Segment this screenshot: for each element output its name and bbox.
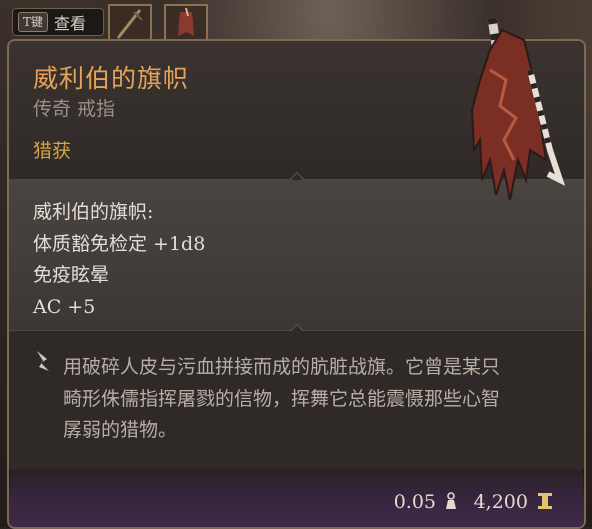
hotkey-badge: T键 xyxy=(18,12,49,32)
quill-icon xyxy=(37,351,49,371)
inspect-hotkey[interactable]: T键 查看 xyxy=(12,8,104,36)
spear-icon xyxy=(110,6,150,40)
item-price: 4,200 xyxy=(473,491,528,513)
inspect-label: 查看 xyxy=(54,14,87,33)
weight-icon xyxy=(446,492,456,509)
hotbar: T键 查看 xyxy=(0,0,240,44)
hotbar-slot[interactable] xyxy=(164,4,208,42)
stat-line: AC +5 xyxy=(33,295,96,318)
tattered-banner-icon xyxy=(470,17,566,201)
banner-item-icon xyxy=(166,6,206,40)
hotbar-slot[interactable] xyxy=(108,4,152,42)
stat-line: 体质豁免检定 +1d8 xyxy=(33,232,206,255)
item-rarity-type: 传奇 戒指 xyxy=(33,98,116,120)
item-stats: 威利伯的旗帜: 体质豁免检定 +1d8 免疫眩晕 AC +5 xyxy=(33,197,205,323)
item-name: 威利伯的旗帜 xyxy=(33,64,190,93)
stats-header: 威利伯的旗帜: xyxy=(33,201,154,223)
item-tag: 猎获 xyxy=(33,140,72,162)
gold-coin-icon xyxy=(538,493,552,509)
description-line: 畸形侏儒指挥屠戮的信物，挥舞它总能震慑那些心智 xyxy=(63,387,501,410)
description-line: 用破碎人皮与污血拼接而成的肮脏战旗。它曾是某只 xyxy=(63,356,501,378)
description-line: 孱弱的猎物。 xyxy=(63,419,178,441)
item-weight: 0.05 xyxy=(393,491,436,513)
stat-line: 免疫眩晕 xyxy=(33,264,110,286)
item-description: 用破碎人皮与污血拼接而成的肮脏战旗。它曾是某只 畸形侏儒指挥屠戮的信物，挥舞它总… xyxy=(63,352,563,447)
